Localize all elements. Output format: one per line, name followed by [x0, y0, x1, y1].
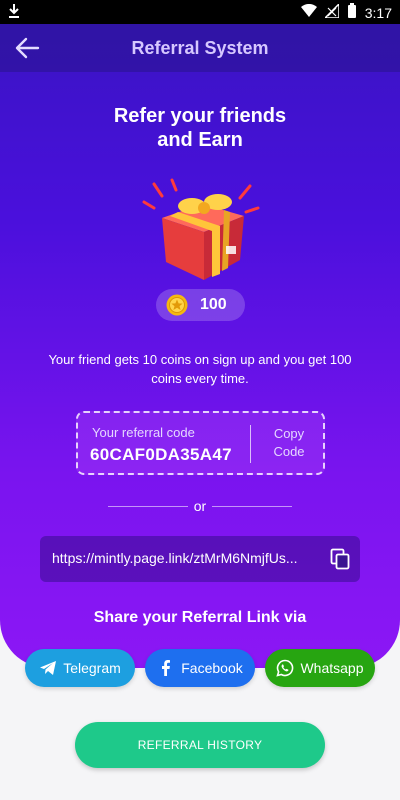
reward-coins-value: 100 — [200, 296, 227, 313]
signal-icon — [322, 2, 340, 21]
share-facebook-label: Facebook — [181, 660, 243, 676]
referral-code-box: Your referral code 60CAF0DA35A47 Copy Co… — [76, 411, 325, 475]
referral-history-button[interactable]: REFERRAL HISTORY — [75, 722, 325, 768]
facebook-icon — [162, 660, 171, 676]
coin-icon — [166, 294, 188, 316]
status-bar: 3:17 — [0, 0, 400, 24]
copy-code-line-1: Copy — [273, 426, 305, 441]
divider-line-right — [212, 506, 292, 507]
headline-line-1: Refer your friends — [113, 105, 287, 127]
code-box-divider — [250, 425, 251, 463]
headline-line-2: and Earn — [157, 129, 243, 151]
share-telegram-button[interactable]: Telegram — [25, 649, 135, 687]
copy-code-line-2: Code — [273, 444, 305, 459]
wifi-icon — [300, 3, 317, 21]
app-bar: Referral System — [0, 24, 400, 72]
share-facebook-button[interactable]: Facebook — [145, 649, 255, 687]
share-telegram-label: Telegram — [63, 660, 121, 676]
copy-code-button[interactable]: Copy Code — [256, 425, 322, 461]
reward-coins-badge: 100 — [156, 289, 245, 321]
share-whatsapp-label: Whatsapp — [300, 660, 364, 676]
share-whatsapp-button[interactable]: Whatsapp — [265, 649, 375, 687]
telegram-icon — [40, 661, 57, 675]
copy-link-icon[interactable] — [330, 548, 350, 570]
status-icons: 3:17 — [300, 2, 392, 22]
hero-panel: Referral System Refer your friends and E… — [0, 24, 400, 668]
gift-box-icon — [142, 178, 260, 280]
referral-code-value: 60CAF0DA35A47 — [90, 445, 232, 464]
page-title: Referral System — [131, 38, 269, 58]
download-icon — [8, 3, 20, 22]
or-divider: or — [108, 498, 292, 516]
headline: Refer your friends and Earn — [0, 104, 400, 152]
battery-icon — [347, 3, 357, 22]
share-title: Share your Referral Link via — [93, 609, 307, 626]
whatsapp-icon — [276, 659, 294, 677]
referral-link-field[interactable]: https://mintly.page.link/ztMrM6NmjfUs... — [40, 536, 360, 582]
reward-description: Your friend gets 10 coins on sign up and… — [48, 352, 352, 386]
referral-code-label: Your referral code — [92, 425, 195, 440]
referral-link-text: https://mintly.page.link/ztMrM6NmjfUs... — [52, 550, 298, 566]
status-time: 3:17 — [364, 4, 392, 21]
